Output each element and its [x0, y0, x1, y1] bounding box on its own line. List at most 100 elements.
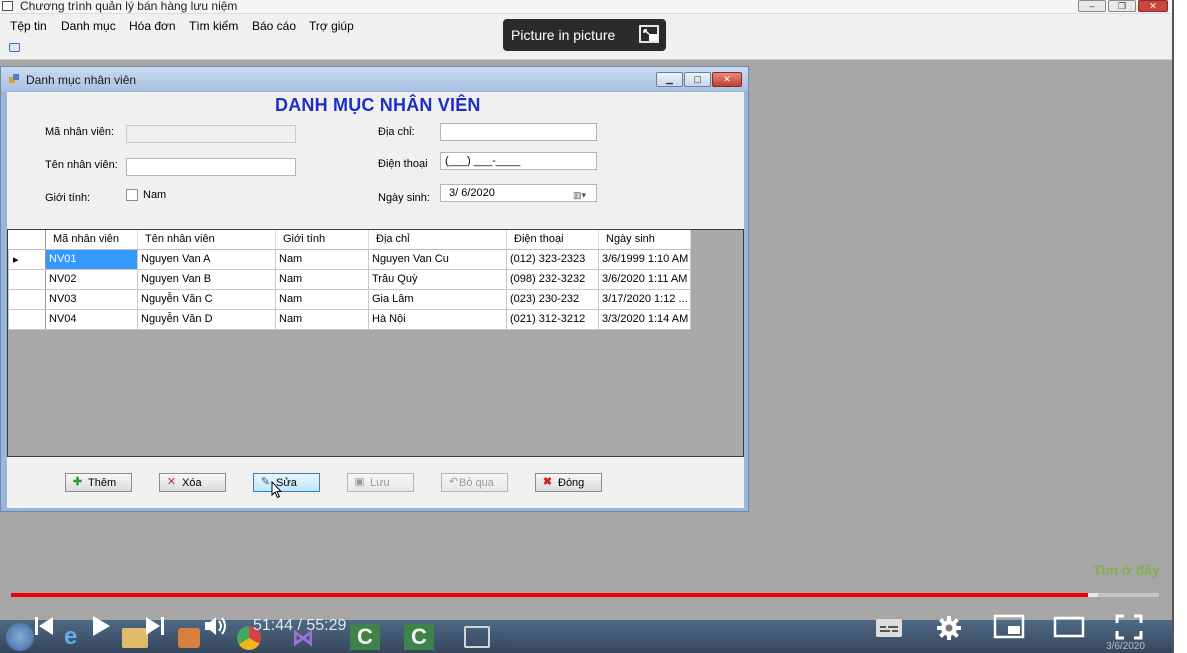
fullscreen-icon[interactable]	[1115, 614, 1143, 640]
menu-danh-muc[interactable]: Danh mục	[61, 19, 116, 33]
restore-button[interactable]: ❐	[1108, 0, 1136, 12]
play-icon[interactable]	[90, 615, 112, 637]
cell-ten-nv[interactable]: Nguyen Van A	[137, 248, 276, 270]
dien-thoai-field[interactable]: (___) ___-____	[440, 152, 597, 170]
cell-ma-nv[interactable]: NV03	[45, 288, 138, 310]
employee-table: Mã nhân viên Tên nhân viên Giới tính Địa…	[8, 230, 691, 330]
video-progress-bar[interactable]	[11, 593, 1159, 597]
save-button-label: Lưu	[370, 477, 390, 489]
child-close-button[interactable]: ✕	[712, 72, 742, 87]
cell-dien-thoai[interactable]: (021) 312-3212	[506, 308, 599, 330]
ngay-sinh-datepicker[interactable]: 3/ 6/2020 ▥▾	[440, 184, 597, 202]
settings-gear-icon[interactable]	[935, 614, 963, 642]
csharp-app-icon-2[interactable]: C	[404, 624, 434, 650]
database-icon[interactable]	[9, 43, 20, 52]
edit-button[interactable]: ✎ Sửa	[253, 473, 320, 492]
cell-dia-chi[interactable]: Trâu Quỳ	[368, 268, 507, 290]
delete-button[interactable]: ✕ Xóa	[159, 473, 226, 492]
miniplayer-icon[interactable]	[993, 614, 1025, 640]
cell-ngay-sinh[interactable]: 3/17/2020 1:12 ...	[598, 288, 691, 310]
next-icon[interactable]	[144, 615, 166, 637]
nam-label: Nam	[143, 189, 167, 201]
app-window-icon[interactable]	[464, 626, 490, 648]
col-gioi-tinh[interactable]: Giới tính	[275, 230, 369, 250]
child-minimize-button[interactable]: ▁	[656, 72, 683, 87]
table-row[interactable]: NV04 Nguyễn Văn D Nam Hà Nội (021) 312-3…	[8, 308, 691, 330]
employee-window-titlebar[interactable]: Danh mục nhân viên ▁ ▢ ✕	[1, 67, 748, 91]
menu-tim-kiem[interactable]: Tìm kiếm	[189, 19, 238, 33]
ten-nv-field[interactable]	[126, 158, 296, 176]
cell-ma-nv[interactable]: NV01	[45, 248, 138, 270]
calendar-dropdown-icon[interactable]: ▥▾	[573, 187, 593, 200]
cell-dien-thoai[interactable]: (023) 230-232	[506, 288, 599, 310]
ngay-sinh-value: 3/ 6/2020	[449, 187, 495, 199]
cell-gioi-tinh[interactable]: Nam	[275, 268, 369, 290]
menu-tro-giup[interactable]: Trợ giúp	[309, 19, 354, 33]
cell-gioi-tinh[interactable]: Nam	[275, 288, 369, 310]
dia-chi-field[interactable]	[440, 123, 597, 141]
app-title: Chương trình quản lý bán hàng lưu niệm	[20, 0, 238, 13]
cell-ten-nv[interactable]: Nguyễn Văn D	[137, 308, 276, 330]
col-dia-chi[interactable]: Địa chỉ	[368, 230, 507, 250]
employee-window-controls: ▁ ▢ ✕	[656, 72, 742, 87]
employee-grid[interactable]: Mã nhân viên Tên nhân viên Giới tính Địa…	[7, 229, 744, 457]
row-header[interactable]	[8, 288, 46, 310]
employee-form: DANH MỤC NHÂN VIÊN Mã nhân viên: Tên nhâ…	[7, 92, 744, 508]
menu-tep-tin[interactable]: Tệp tin	[10, 19, 47, 33]
table-row[interactable]: NV03 Nguyễn Văn C Nam Gia Lâm (023) 230-…	[8, 288, 691, 310]
start-orb-icon[interactable]	[6, 623, 34, 651]
row-selector-icon[interactable]: ▸	[8, 248, 46, 270]
nam-checkbox[interactable]	[126, 189, 138, 201]
grid-header-row: Mã nhân viên Tên nhân viên Giới tính Địa…	[8, 230, 691, 250]
subtitles-icon[interactable]	[875, 617, 903, 639]
menu-hoa-don[interactable]: Hóa đơn	[129, 19, 176, 33]
skip-button[interactable]: ↶ Bỏ qua	[441, 473, 508, 492]
app-window-controls: – ❐ ✕	[1078, 0, 1168, 12]
col-ngay-sinh[interactable]: Ngày sinh	[598, 230, 691, 250]
internet-explorer-icon[interactable]: e	[64, 624, 90, 650]
cell-gioi-tinh[interactable]: Nam	[275, 248, 369, 270]
video-time: 51:44 / 55:29	[253, 617, 347, 634]
menu-bao-cao[interactable]: Báo cáo	[252, 19, 296, 33]
theater-mode-icon[interactable]	[1053, 616, 1085, 638]
cell-gioi-tinh[interactable]: Nam	[275, 308, 369, 330]
pip-label: Picture in picture	[511, 27, 616, 43]
ma-nv-field[interactable]	[126, 125, 296, 143]
media-player-icon[interactable]	[178, 628, 200, 648]
close-form-button[interactable]: ✖ Đóng	[535, 473, 602, 492]
app-icon	[2, 1, 13, 11]
save-button[interactable]: ▣ Lưu	[347, 473, 414, 492]
close-form-button-label: Đóng	[558, 477, 585, 489]
minimize-button[interactable]: –	[1078, 0, 1106, 12]
cell-ma-nv[interactable]: NV04	[45, 308, 138, 330]
col-ma-nv[interactable]: Mã nhân viên	[45, 230, 138, 250]
dia-chi-label: Địa chỉ:	[378, 126, 415, 138]
picture-in-picture-button[interactable]: Picture in picture	[503, 19, 666, 51]
child-maximize-button[interactable]: ▢	[684, 72, 711, 87]
close-button[interactable]: ✕	[1138, 0, 1168, 12]
volume-icon[interactable]	[203, 615, 229, 637]
cell-dien-thoai[interactable]: (012) 323-2323	[506, 248, 599, 270]
undo-icon: ↶	[448, 476, 459, 488]
row-header[interactable]	[8, 308, 46, 330]
cell-ma-nv[interactable]: NV02	[45, 268, 138, 290]
add-button[interactable]: ✚ Thêm	[65, 473, 132, 492]
cell-ngay-sinh[interactable]: 3/3/2020 1:14 AM	[598, 308, 691, 330]
cell-dia-chi[interactable]: Hà Nội	[368, 308, 507, 330]
taskbar-clock-date: 3/6/2020	[1106, 641, 1145, 652]
cell-ngay-sinh[interactable]: 3/6/2020 1:11 AM	[598, 268, 691, 290]
table-row[interactable]: NV02 Nguyen Van B Nam Trâu Quỳ (098) 232…	[8, 268, 691, 290]
cell-ten-nv[interactable]: Nguyễn Văn C	[137, 288, 276, 310]
cell-ngay-sinh[interactable]: 3/6/1999 1:10 AM	[598, 248, 691, 270]
previous-icon[interactable]	[33, 615, 55, 637]
col-ten-nv[interactable]: Tên nhân viên	[137, 230, 276, 250]
csharp-app-icon[interactable]: C	[350, 624, 380, 650]
table-row[interactable]: ▸ NV01 Nguyen Van A Nam Nguyen Van Cu (0…	[8, 248, 691, 270]
row-header[interactable]	[8, 268, 46, 290]
cell-ten-nv[interactable]: Nguyen Van B	[137, 268, 276, 290]
cell-dia-chi[interactable]: Nguyen Van Cu	[368, 248, 507, 270]
col-dien-thoai[interactable]: Điện thoại	[506, 230, 599, 250]
page-title: DANH MỤC NHÂN VIÊN	[275, 95, 481, 115]
cell-dia-chi[interactable]: Gia Lâm	[368, 288, 507, 310]
cell-dien-thoai[interactable]: (098) 232-3232	[506, 268, 599, 290]
